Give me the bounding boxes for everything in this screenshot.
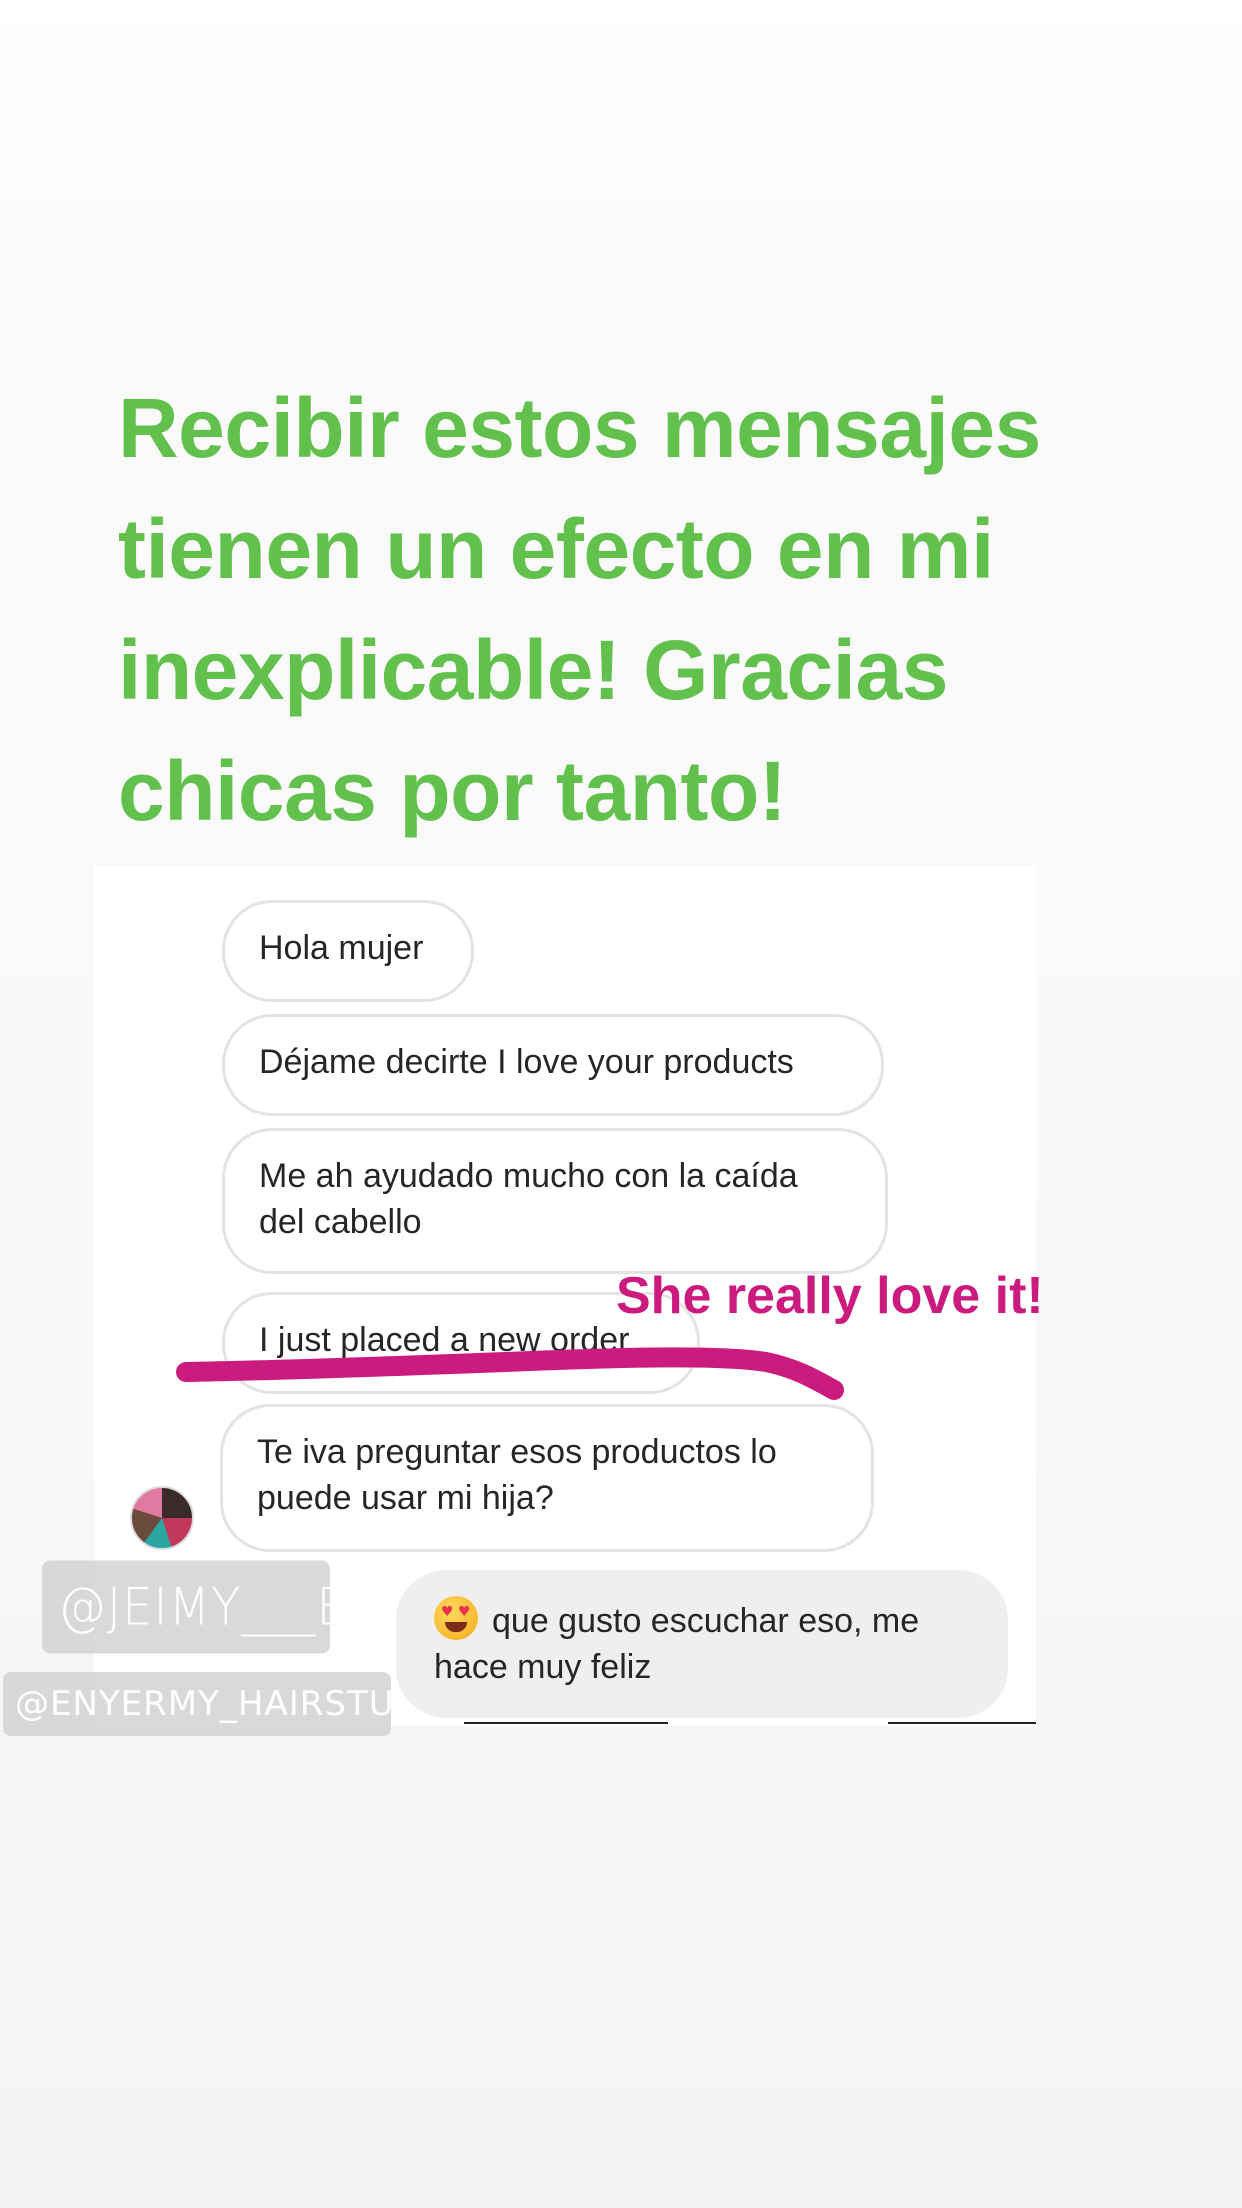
message-text: que gusto escuchar eso, me hace muy feli… — [434, 1602, 920, 1686]
mention-tag[interactable]: @ENYERMY_HAIRSTUDIO — [3, 1672, 391, 1736]
heart-eyes-emoji-icon: ♥ ♥ — [434, 1596, 478, 1640]
message-text: Déjame decirte I love your products — [259, 1043, 794, 1081]
sender-avatar[interactable] — [130, 1486, 194, 1550]
sent-message: ♥ ♥ que gusto escuchar eso, me hace muy … — [396, 1570, 1008, 1718]
highlight-underline — [176, 1347, 844, 1400]
annotation-text: She really love it! — [616, 1267, 1044, 1325]
message-text: Me ah ayudado mucho con la caída del cab… — [259, 1157, 798, 1241]
story-page: Recibir estos mensajes tienen un efecto … — [0, 0, 1242, 2208]
message-text: Hola mujer — [259, 929, 424, 967]
received-message: Déjame decirte I love your products — [222, 1014, 884, 1116]
received-message: Hola mujer — [222, 900, 474, 1002]
received-message: Me ah ayudado mucho con la caída del cab… — [222, 1128, 888, 1274]
divider — [464, 1722, 668, 1724]
received-message: Te iva preguntar esos productos lo puede… — [220, 1404, 874, 1552]
divider — [888, 1722, 1036, 1724]
message-text: Te iva preguntar esos productos lo puede… — [257, 1433, 777, 1517]
story-headline: Recibir estos mensajes tienen un efecto … — [118, 381, 1041, 838]
mention-tag[interactable]: @JEIMY___B — [42, 1560, 330, 1654]
